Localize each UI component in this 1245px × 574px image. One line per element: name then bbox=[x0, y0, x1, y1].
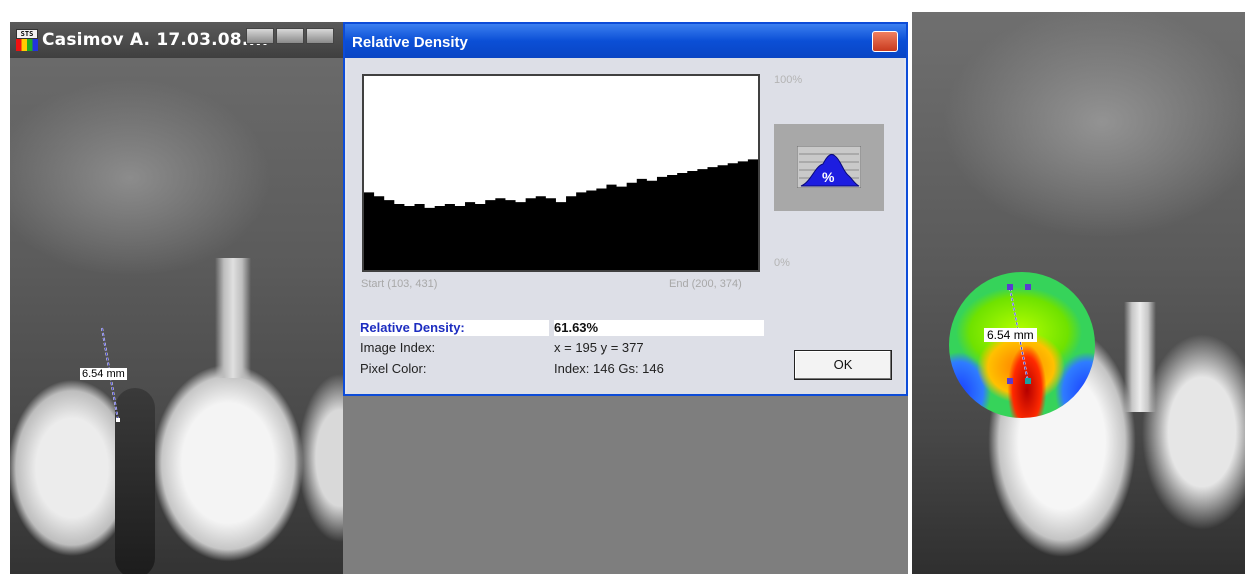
chart-bottom-label: 0% bbox=[774, 257, 790, 269]
density-profile-chart bbox=[362, 74, 760, 272]
relative-density-value: 61.63% bbox=[554, 320, 764, 336]
percent-glyph: % bbox=[822, 169, 835, 185]
left-xray-image[interactable]: 6.54 mm bbox=[10, 58, 344, 574]
dialog-titlebar[interactable]: Relative Density bbox=[345, 24, 906, 58]
density-percent-icon: % bbox=[797, 146, 861, 188]
chart-start-label: Start (103, 431) bbox=[361, 278, 438, 290]
chart-top-label: 100% bbox=[774, 74, 803, 86]
app-icon: STS bbox=[16, 29, 38, 51]
minimize-button[interactable] bbox=[246, 28, 274, 44]
measurement-line[interactable] bbox=[912, 12, 1245, 574]
ok-button[interactable]: OK bbox=[794, 350, 892, 380]
measurement-label: 6.54 mm bbox=[80, 368, 127, 380]
measurement-label: 6.54 mm bbox=[984, 328, 1037, 342]
pixel-color-label: Pixel Color: bbox=[360, 361, 427, 376]
app-icon-text: STS bbox=[16, 29, 38, 39]
dialog-title: Relative Density bbox=[352, 34, 468, 51]
left-window-titlebar[interactable]: STS Casimov A. 17.03.08.... bbox=[10, 22, 344, 58]
image-index-value: x = 195 y = 377 bbox=[554, 340, 644, 355]
maximize-button[interactable] bbox=[276, 28, 304, 44]
pixel-color-value: Index: 146 Gs: 146 bbox=[554, 361, 664, 376]
image-index-label: Image Index: bbox=[360, 340, 436, 355]
density-profile-series bbox=[364, 157, 758, 270]
right-xray-image[interactable]: 6.54 mm bbox=[912, 12, 1245, 574]
relative-density-label: Relative Density: bbox=[360, 320, 549, 336]
relative-density-dialog: Relative Density 100% 0% Start (103, 431… bbox=[343, 22, 908, 574]
density-area bbox=[364, 157, 758, 270]
measurement-line[interactable] bbox=[10, 58, 344, 574]
percent-toggle-button[interactable]: % bbox=[774, 124, 884, 211]
chart-end-label: End (200, 374) bbox=[669, 278, 742, 290]
close-button[interactable] bbox=[306, 28, 334, 44]
close-icon[interactable] bbox=[872, 31, 898, 52]
left-window-title: Casimov A. 17.03.08.... bbox=[42, 30, 269, 50]
left-xray-window: STS Casimov A. 17.03.08.... 6.54 mm bbox=[10, 22, 344, 574]
